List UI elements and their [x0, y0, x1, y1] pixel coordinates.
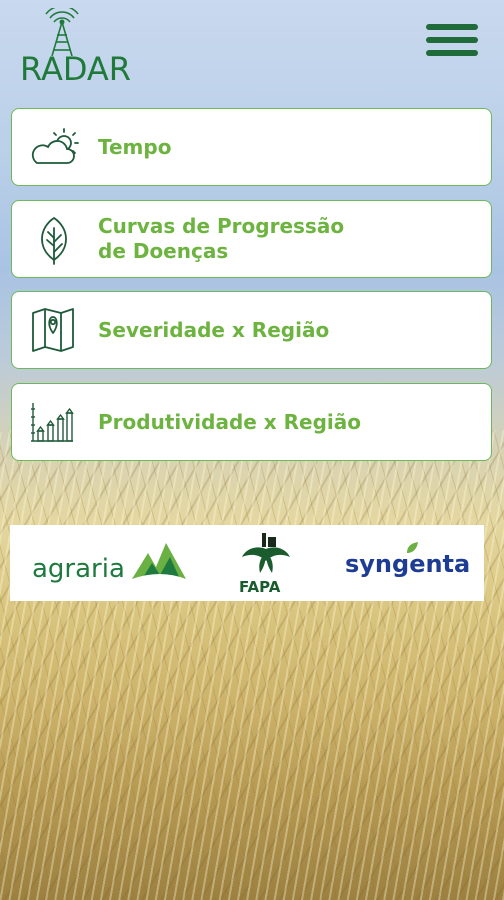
syngenta-logo-text: syngenta: [345, 550, 471, 578]
menu-item-label: Severidade x Região: [98, 318, 330, 342]
sponsors-banner: agraria FAPA syngenta: [10, 525, 484, 601]
fapa-logo-icon: [242, 533, 290, 573]
hamburger-menu-icon[interactable]: [426, 24, 478, 60]
menu-item-curvas-progressao[interactable]: Curvas de Progressão de Doenças: [11, 200, 492, 278]
agraria-logo-icon: [132, 543, 186, 579]
agraria-logo-text: agraria: [32, 554, 125, 584]
radio-tower-icon: [45, 8, 79, 56]
leaf-icon: [41, 216, 67, 265]
menu-item-label: Tempo: [98, 135, 172, 159]
menu-item-tempo[interactable]: Tempo: [11, 108, 492, 186]
menu-item-label: Curvas de Progressão: [98, 214, 345, 238]
bar-chart-icon: [31, 403, 74, 442]
app-header: RADAR: [0, 0, 504, 95]
menu-bar-3: [426, 50, 478, 56]
app-logo-text: RADAR: [20, 50, 132, 88]
weather-icon: [31, 128, 79, 164]
menu-item-label-line2: de Doenças: [98, 239, 229, 263]
menu-item-severidade-regiao[interactable]: Severidade x Região: [11, 291, 492, 369]
map-icon: [32, 308, 74, 352]
menu-bar-1: [426, 24, 478, 30]
menu-item-label: Produtividade x Região: [98, 410, 362, 434]
wheat-field-background: [0, 430, 504, 900]
fapa-logo-text: FAPA: [239, 578, 281, 596]
menu-bar-2: [426, 37, 478, 43]
menu-item-produtividade-regiao[interactable]: Produtividade x Região: [11, 383, 492, 461]
radar-logo: RADAR: [20, 8, 144, 88]
